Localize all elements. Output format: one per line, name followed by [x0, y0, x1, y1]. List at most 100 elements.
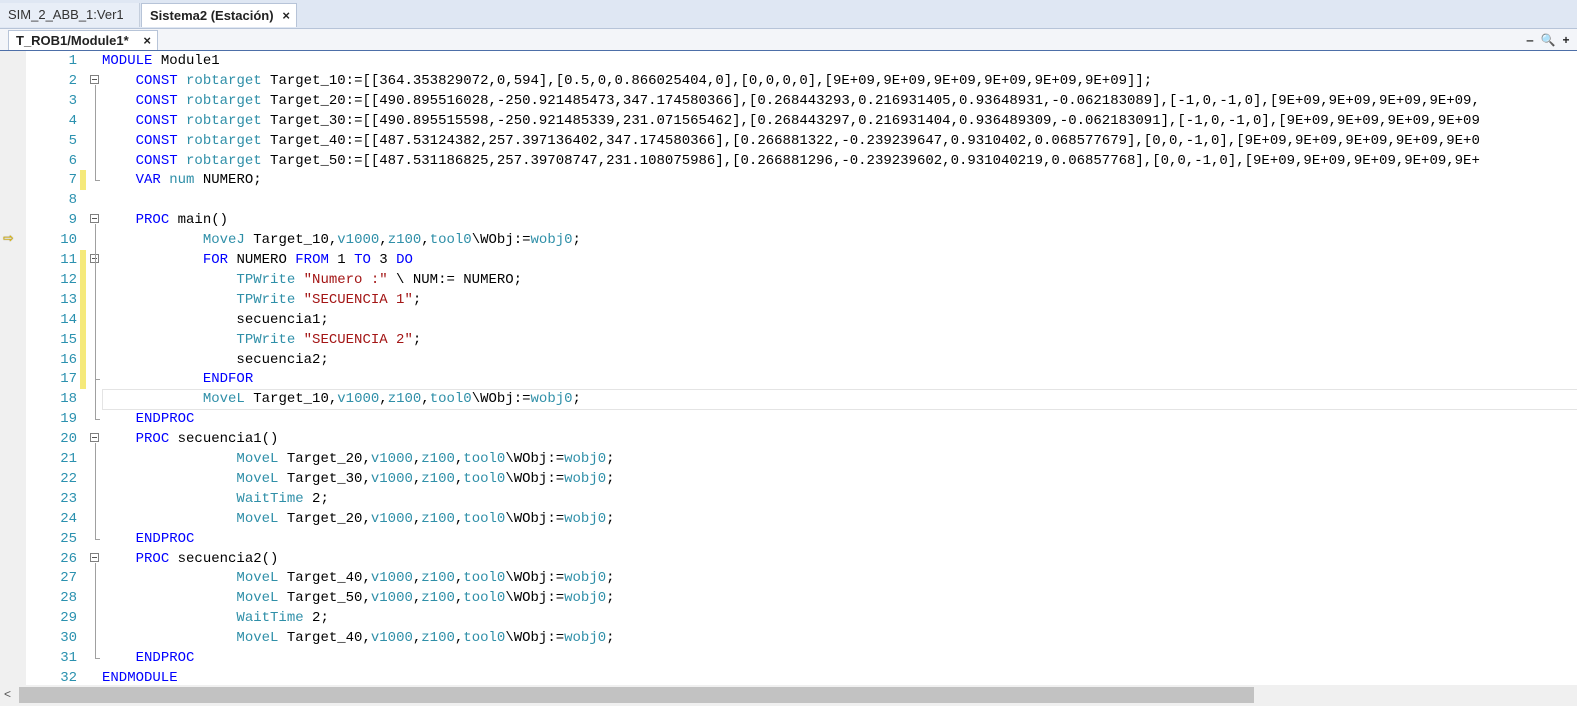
code-token: TPWrite [236, 331, 296, 348]
code-editor[interactable]: 1 MODULE Module1 2 CONST robtarget Target_… [0, 51, 1577, 685]
code-token: MoveL [236, 470, 279, 487]
code-line[interactable]: ⇨ 10 MoveJ Target_10,v1000,z100,tool0\WOb… [0, 230, 1577, 250]
line-number: 28 [60, 590, 77, 607]
tab-sistema2-estacion[interactable]: Sistema2 (Estación) × [141, 3, 297, 27]
line-number: 7 [68, 172, 77, 189]
code-token: z100 [421, 630, 455, 647]
code-token: FOR [202, 252, 229, 268]
tab-sim-2-abb-1[interactable]: SIM_2_ABB_1:Ver1 [0, 3, 140, 27]
code-text: PROC secuencia2() [102, 549, 279, 569]
code-line[interactable]: 19 ENDPROC [0, 409, 1577, 429]
code-token: MoveL [236, 590, 279, 607]
code-token: \WObj:= [505, 630, 565, 647]
code-text: ENDFOR [102, 369, 253, 389]
code-line[interactable]: 17 ENDFOR [0, 369, 1577, 390]
minimize-icon[interactable]: ‒ [1521, 30, 1539, 50]
code-token: robtarget [186, 152, 262, 169]
code-line[interactable]: 12 TPWrite "Numero :" \ NUM:= NUMERO; [0, 269, 1577, 290]
code-text: VAR num NUMERO; [102, 170, 262, 190]
code-token: robtarget [186, 72, 262, 89]
code-line[interactable]: 3 CONST robtarget Target_20:=[[490.89551… [0, 91, 1577, 111]
line-number: 20 [60, 431, 77, 448]
code-line[interactable]: 1 MODULE Module1 [0, 51, 1577, 71]
code-line[interactable]: 30 MoveL Target_40,v1000,z100,tool0\WObj… [0, 628, 1577, 648]
code-token: TPWrite [236, 291, 296, 308]
code-token: wobj0 [564, 570, 607, 587]
close-icon[interactable]: × [143, 31, 151, 51]
code-text: WaitTime 2; [102, 489, 328, 509]
code-line[interactable]: 13 TPWrite "SECUENCIA 1"; [0, 289, 1577, 310]
code-line[interactable]: 16 secuencia2; [0, 349, 1577, 370]
code-line[interactable]: 9 PROC main() [0, 210, 1577, 230]
code-token: "SECUENCIA 1" [303, 291, 413, 308]
code-line[interactable]: 23 WaitTime 2; [0, 489, 1577, 509]
code-token: z100 [387, 391, 422, 408]
code-line[interactable]: 6 CONST robtarget Target_50:=[[487.53118… [0, 151, 1577, 171]
code-line[interactable]: 2 CONST robtarget Target_10:=[[364.35382… [0, 71, 1577, 91]
rapid-editor-window: SIM_2_ABB_1:Ver1 Sistema2 (Estación) × T… [0, 0, 1577, 706]
code-line[interactable]: 24 MoveL Target_20,v1000,z100,tool0\WObj… [0, 509, 1577, 529]
code-token: secuencia2; [102, 351, 329, 368]
add-icon[interactable]: + [1557, 30, 1575, 50]
code-token: Target_50, [278, 590, 371, 607]
code-line[interactable]: 8 [0, 190, 1577, 210]
code-line[interactable]: 7 VAR num NUMERO; [0, 170, 1577, 191]
code-token: z100 [421, 451, 455, 467]
line-number: 10 [60, 232, 77, 249]
collapse-icon[interactable] [90, 74, 99, 84]
collapse-icon[interactable] [90, 433, 99, 443]
line-number: 23 [60, 490, 77, 507]
scrollbar-thumb[interactable] [19, 687, 1254, 703]
code-token: Target_40:=[[487.53124382,257.397136402,… [261, 132, 1480, 149]
changed-line-marker [80, 329, 86, 350]
code-line[interactable]: 22 MoveL Target_30,v1000,z100,tool0\WObj… [0, 469, 1577, 489]
fold-guide [95, 264, 96, 380]
code-line[interactable]: 28 MoveL Target_50,v1000,z100,tool0\WObj… [0, 588, 1577, 608]
code-token: z100 [387, 232, 422, 249]
line-number: 16 [60, 351, 77, 368]
code-text: MoveL Target_40,v1000,z100,tool0\WObj:=w… [102, 628, 614, 648]
code-text: MODULE Module1 [102, 51, 220, 71]
code-line[interactable]: 14 secuencia1; [0, 309, 1577, 330]
collapse-icon[interactable] [90, 214, 99, 224]
line-number: 15 [60, 331, 77, 348]
code-line[interactable]: 4 CONST robtarget Target_30:=[[490.89551… [0, 111, 1577, 131]
close-icon[interactable]: × [282, 4, 290, 28]
code-token: z100 [421, 510, 455, 527]
code-token: ; [572, 391, 581, 408]
code-line[interactable]: 21 MoveL Target_20,v1000,z100,tool0\WObj… [0, 449, 1577, 469]
code-line[interactable]: 27 MoveL Target_40,v1000,z100,tool0\WObj… [0, 568, 1577, 588]
code-line[interactable]: 31 ENDPROC [0, 648, 1577, 668]
code-line[interactable]: 26 PROC secuencia2() [0, 549, 1577, 569]
code-line[interactable]: 20 PROC secuencia1() [0, 429, 1577, 449]
code-token: Target_50:=[[487.531186825,257.39708747,… [261, 152, 1480, 169]
changed-line-marker [80, 309, 86, 330]
tab-t-rob1-module1[interactable]: T_ROB1/Module1* × [8, 30, 158, 50]
scroll-left-icon[interactable]: < [4, 687, 11, 701]
code-token: wobj0 [564, 451, 607, 467]
code-token: Module1 [152, 53, 220, 69]
code-token: robtarget [186, 92, 262, 109]
zoom-icon[interactable]: 🔍 [1539, 30, 1557, 50]
code-text: WaitTime 2; [102, 608, 328, 628]
code-token: CONST [135, 72, 178, 89]
code-line[interactable]: 29 WaitTime 2; [0, 608, 1577, 628]
code-line[interactable]: 11 FOR NUMERO FROM 1 TO 3 DO [0, 250, 1577, 270]
code-line[interactable]: 18 MoveL Target_10,v1000,z100,tool0\WObj… [0, 389, 1577, 411]
horizontal-scrollbar[interactable]: < [0, 685, 1577, 706]
code-line[interactable]: 32 ENDMODULE [0, 668, 1577, 685]
line-number: 30 [60, 630, 77, 647]
code-line[interactable]: 15 TPWrite "SECUENCIA 2"; [0, 329, 1577, 350]
code-line[interactable]: 25 ENDPROC [0, 529, 1577, 549]
collapse-icon[interactable] [90, 552, 99, 562]
code-line[interactable]: 5 CONST robtarget Target_40:=[[487.53124… [0, 131, 1577, 151]
code-token: PROC [135, 212, 170, 229]
